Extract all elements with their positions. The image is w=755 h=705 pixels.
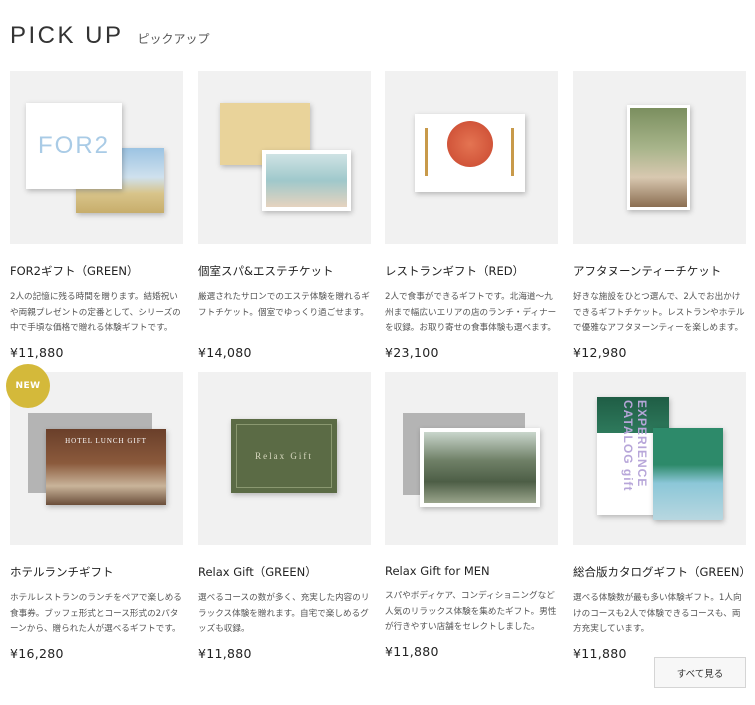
product-card-hotel-lunch[interactable]: NEW HOTEL LUNCH GIFT ホテルランチギフト ホテルレストランの… — [6, 364, 183, 661]
product-price: ¥11,880 — [10, 345, 64, 360]
catalog-cover-text: EXPERIENCE CATALOG gift — [621, 400, 649, 492]
product-card-for2[interactable]: FOR2 FOR2ギフト（GREEN） 2人の記憶に残る時間を贈ります。結婚祝い… — [10, 71, 183, 360]
fork-icon — [425, 128, 428, 176]
new-badge: NEW — [6, 364, 50, 408]
product-description: 好きな施設をひとつ選んで、2人でお出かけできるギフトチケット。レストランやホテル… — [573, 292, 745, 333]
hotel-card-front: HOTEL LUNCH GIFT — [46, 429, 166, 505]
product-thumbnail[interactable] — [385, 372, 558, 545]
product-price: ¥12,980 — [573, 345, 627, 360]
see-all-button[interactable]: すべて見る — [654, 657, 746, 688]
product-price: ¥23,100 — [385, 345, 439, 360]
product-description: 2人で食事ができるギフトです。北海道〜九州まで幅広いエリアの店のランチ・ディナー… — [385, 292, 557, 333]
for2-cover-text: FOR2 — [37, 132, 110, 159]
product-description: 選べる体験数が最も多い体験ギフト。1人向けのコースも2人で体験できるコースも、両… — [573, 593, 742, 634]
men-card-front — [420, 428, 540, 507]
product-name[interactable]: 総合版カタログギフト（GREEN） — [573, 564, 751, 580]
product-card-relax-men[interactable]: Relax Gift for MEN スパやボディケア、コンディショニングなど人… — [385, 372, 558, 659]
product-card-spa[interactable]: 個室スパ&エステチケット 厳選されたサロンでのエステ体験を贈れるギフトチケット。… — [198, 71, 371, 360]
product-description: ホテルレストランのランチをペアで楽しめる食事券。ブッフェ形式とコース形式の2パタ… — [10, 593, 182, 634]
product-thumbnail[interactable] — [385, 71, 558, 244]
product-name[interactable]: アフタヌーンティーチケット — [573, 263, 746, 279]
product-card-restaurant[interactable]: レストランギフト（RED） 2人で食事ができるギフトです。北海道〜九州まで幅広い… — [385, 71, 558, 360]
product-thumbnail[interactable]: FOR2 — [10, 71, 183, 244]
afternoon-tea-card — [627, 105, 690, 210]
relax-box: Relax Gift — [231, 419, 337, 493]
product-name[interactable]: Relax Gift for MEN — [385, 564, 558, 578]
product-thumbnail[interactable] — [198, 71, 371, 244]
product-name[interactable]: FOR2ギフト（GREEN） — [10, 263, 183, 279]
knife-icon — [511, 128, 514, 176]
product-price: ¥14,080 — [198, 345, 252, 360]
relax-cover-text: Relax Gift — [255, 451, 313, 461]
hotel-cover-text: HOTEL LUNCH GIFT — [65, 437, 147, 445]
product-description: スパやボディケア、コンディショニングなど人気のリラックス体験を集めたギフト。男性… — [385, 591, 557, 632]
product-description: 厳選されたサロンでのエステ体験を贈れるギフトチケット。個室でゆっくり過ごせます。 — [198, 292, 370, 318]
product-thumbnail[interactable]: EXPERIENCE CATALOG gift — [573, 372, 746, 545]
for2-card-front: FOR2 — [26, 103, 122, 189]
spa-card-front — [262, 150, 351, 211]
product-thumbnail[interactable] — [573, 71, 746, 244]
product-price: ¥11,880 — [385, 644, 439, 659]
product-price: ¥16,280 — [10, 646, 64, 661]
product-name[interactable]: 個室スパ&エステチケット — [198, 263, 371, 279]
section-header: PICK UP ピックアップ — [10, 22, 210, 50]
section-subtitle: ピックアップ — [137, 32, 210, 46]
product-card-relax-green[interactable]: Relax Gift Relax Gift（GREEN） 選べるコースの数が多く… — [198, 372, 371, 661]
section-title: PICK UP — [10, 22, 124, 49]
product-card-catalog[interactable]: EXPERIENCE CATALOG gift 総合版カタログギフト（GREEN… — [573, 372, 751, 661]
product-description: 選べるコースの数が多く、充実した内容のリラックス体験を贈れます。自宅で楽しめるグ… — [198, 593, 370, 634]
product-description: 2人の記憶に残る時間を贈ります。結婚祝いや両親プレゼントの定番として、シリーズの… — [10, 292, 181, 333]
product-card-afternoon-tea[interactable]: アフタヌーンティーチケット 好きな施設をひとつ選んで、2人でお出かけできるギフト… — [573, 71, 746, 360]
plate-icon — [447, 121, 493, 167]
product-price: ¥11,880 — [198, 646, 252, 661]
product-name[interactable]: レストランギフト（RED） — [385, 263, 558, 279]
product-thumbnail[interactable]: Relax Gift — [198, 372, 371, 545]
product-name[interactable]: ホテルランチギフト — [10, 564, 183, 580]
restaurant-card — [415, 114, 525, 192]
product-name[interactable]: Relax Gift（GREEN） — [198, 564, 371, 580]
catalog-book-front — [653, 428, 723, 520]
